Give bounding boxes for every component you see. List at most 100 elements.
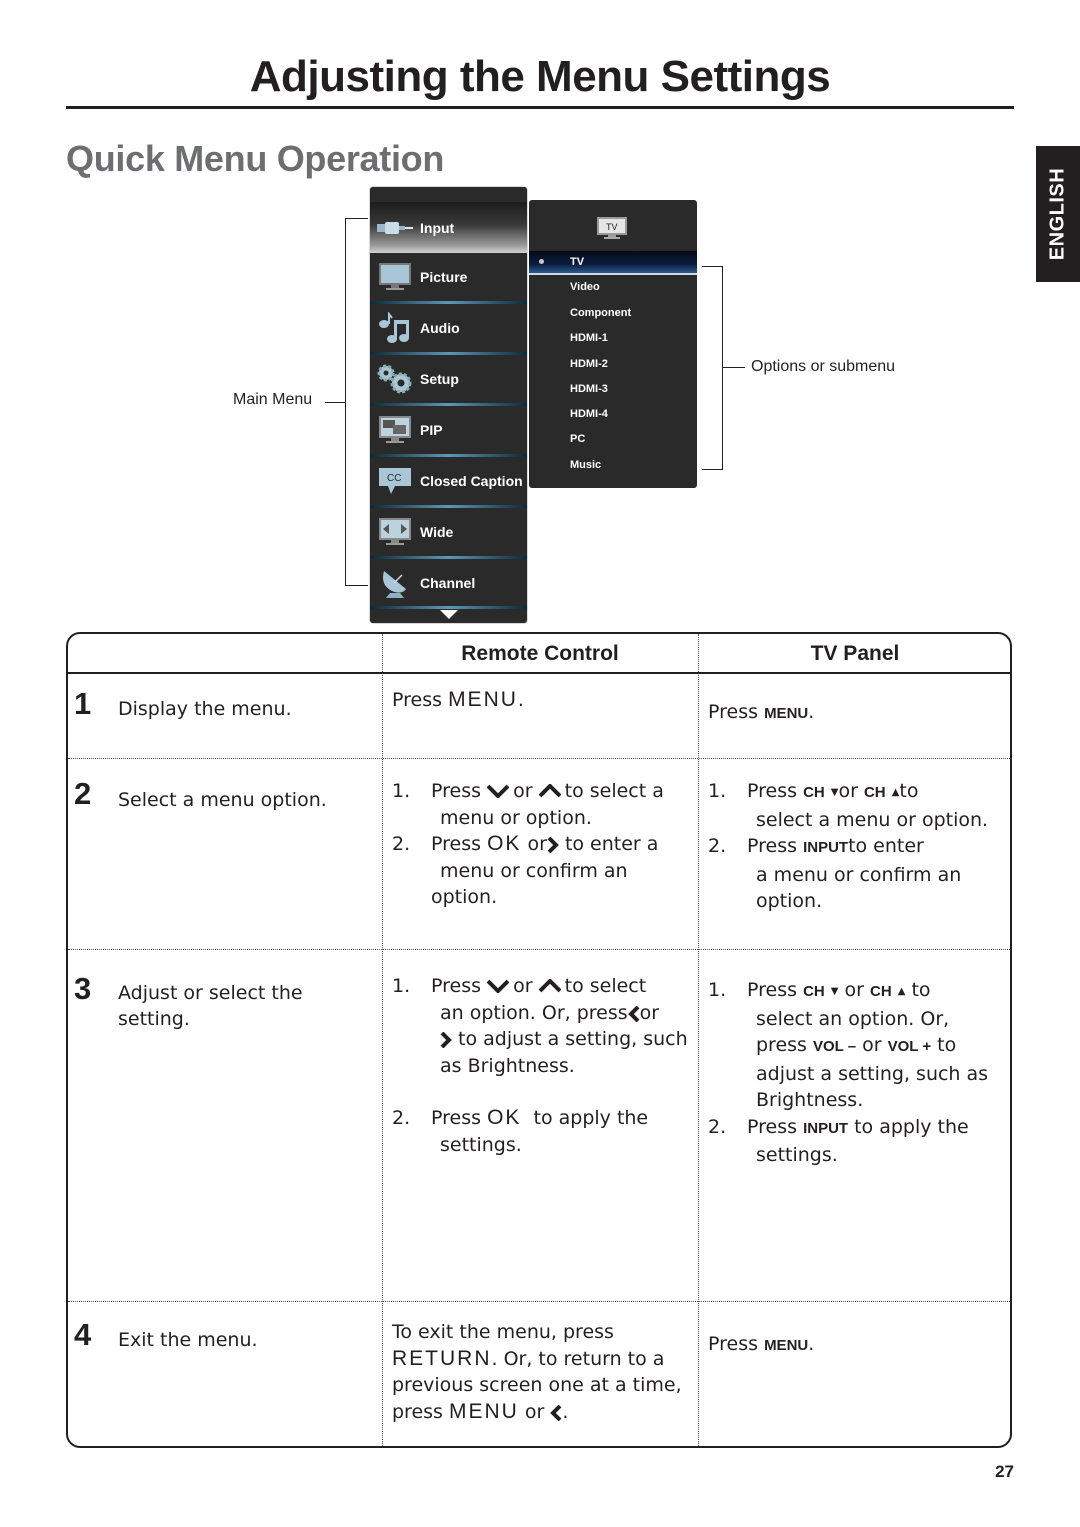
text: . Or, to return to a [491, 1347, 665, 1370]
text: select an option. Or, [756, 1007, 950, 1030]
text: an option. Or, press [440, 1001, 628, 1024]
submenu-label: Options or submenu [751, 358, 896, 375]
tv-source-icon: TV [597, 217, 627, 239]
step-number: 1 [74, 686, 92, 721]
submenu-item-label: PC [570, 433, 586, 445]
text: option. [756, 890, 823, 912]
tv-picture-icon [376, 262, 414, 292]
submenu-item-hdmi-4[interactable]: HDMI-4 [529, 403, 697, 425]
list-number: 2. [708, 1115, 727, 1138]
list-number: 2. [708, 835, 727, 857]
text: Press [431, 780, 482, 802]
page-number: 27 [995, 1462, 1014, 1481]
submenu-item-label: Component [570, 307, 632, 319]
text: Press [431, 1107, 482, 1129]
menu-item-pip[interactable]: PIP [370, 406, 527, 454]
submenu-item-hdmi-1[interactable]: HDMI-1 [529, 327, 697, 349]
text: or [513, 975, 533, 997]
submenu-item-hdmi-2[interactable]: HDMI-2 [529, 353, 697, 375]
text: . [517, 689, 524, 711]
steps-table: Remote Control TV Panel 1 Display the me… [66, 632, 1012, 1448]
text: Press [747, 979, 798, 1001]
pip-icon [376, 415, 414, 445]
language-tab: ENGLISH [1036, 146, 1080, 282]
list-item: 2. Press INPUTto enter a menu or confirm a… [708, 833, 1008, 915]
music-note-icon [376, 312, 414, 343]
menu-item-setup[interactable]: Setup [370, 355, 527, 403]
language-label: ENGLISH [1046, 167, 1069, 261]
list-item: 1. Press or to select a menu or option. [392, 778, 692, 831]
submenu-item-tv[interactable]: TV [529, 251, 697, 275]
input-key: INPUT [803, 839, 849, 856]
chevron-right-icon [547, 837, 559, 853]
menu-item-label: PIP [420, 422, 443, 438]
text: Press [747, 780, 798, 802]
main-menu-leader [325, 402, 345, 403]
list-item: 1. Press CH ▼ or CH ▲ to select an option.… [708, 977, 1008, 1114]
row-divider [68, 1301, 1010, 1302]
text: or [639, 1001, 660, 1024]
remote-instruction: 1. Press or to select an option. Or, press… [392, 973, 692, 1158]
triangle-up-icon: ▲ [897, 986, 906, 997]
cc-icon: CC [376, 466, 414, 496]
list-number: 1. [708, 780, 727, 802]
text: to [911, 979, 931, 1001]
text: or [513, 780, 533, 802]
main-menu-panel: Input Picture Audio Setup PIP CC Closed … [370, 187, 527, 623]
submenu-item-music[interactable]: Music [529, 454, 697, 476]
submenu-item-label: Video [570, 281, 600, 293]
remote-instruction: Press MENU. [392, 687, 524, 714]
menu-item-label: Input [420, 219, 455, 236]
step-description: Exit the menu. [118, 1329, 258, 1351]
submenu-bracket [702, 266, 723, 470]
vol-down-key: VOL – [813, 1038, 857, 1055]
ch-key: CH [803, 983, 825, 1000]
list-number: 1. [708, 979, 727, 1001]
satellite-dish-icon [376, 568, 414, 598]
header-remote-control: Remote Control [461, 642, 619, 665]
menu-item-label: Wide [420, 524, 454, 540]
panel-instruction: 1. Press CH ▼ or CH ▲ to select an option.… [708, 977, 1008, 1169]
menu-item-picture[interactable]: Picture [370, 253, 527, 301]
menu-item-audio[interactable]: Audio [370, 304, 527, 352]
submenu-item-video[interactable]: Video [529, 276, 697, 298]
menu-item-label: Picture [420, 269, 468, 285]
text: to enter [848, 835, 924, 857]
text: Press [708, 1333, 759, 1355]
menu-item-closed-caption[interactable]: CC Closed Caption [370, 457, 527, 505]
menu-item-channel[interactable]: Channel [370, 559, 527, 607]
text: Press [431, 833, 482, 855]
ch-key: CH [863, 784, 886, 801]
scroll-down-arrow-icon[interactable] [440, 610, 458, 619]
text: a menu or confirm an [756, 863, 962, 886]
vol-up-key: VOL + [887, 1038, 932, 1055]
main-menu-bracket [345, 218, 368, 586]
triangle-down-icon: ▼ [830, 986, 839, 997]
return-key: RETURN [392, 1346, 492, 1370]
column-divider [382, 634, 383, 1446]
chevron-up-icon [538, 979, 561, 993]
text: To exit the menu, press [392, 1321, 614, 1343]
ch-key: CH [870, 983, 892, 1000]
menu-item-label: Channel [420, 575, 476, 591]
text: . [808, 701, 815, 723]
text: Press [431, 975, 482, 997]
input-key: INPUT [803, 1119, 849, 1137]
list-item: 1. Press CH ▼or CH ▲to select a menu or op… [708, 778, 1008, 833]
submenu-item-component[interactable]: Component [529, 302, 697, 324]
submenu-item-hdmi-3[interactable]: HDMI-3 [529, 378, 697, 400]
chevron-left-icon [627, 1005, 640, 1022]
text: to [937, 1034, 957, 1056]
submenu-item-pc[interactable]: PC [529, 428, 697, 450]
text: press [392, 1400, 443, 1423]
text: to select a [564, 780, 664, 802]
spacer [392, 1079, 692, 1105]
menu-item-wide[interactable]: Wide [370, 508, 527, 556]
text: to [899, 780, 919, 802]
submenu-item-label: HDMI-3 [570, 383, 608, 395]
ok-key: OK [487, 1106, 522, 1129]
menu-item-input[interactable]: Input [370, 202, 527, 253]
text: Brightness. [756, 1089, 864, 1111]
ch-key: CH [803, 784, 825, 801]
selected-dot-icon [539, 259, 544, 264]
